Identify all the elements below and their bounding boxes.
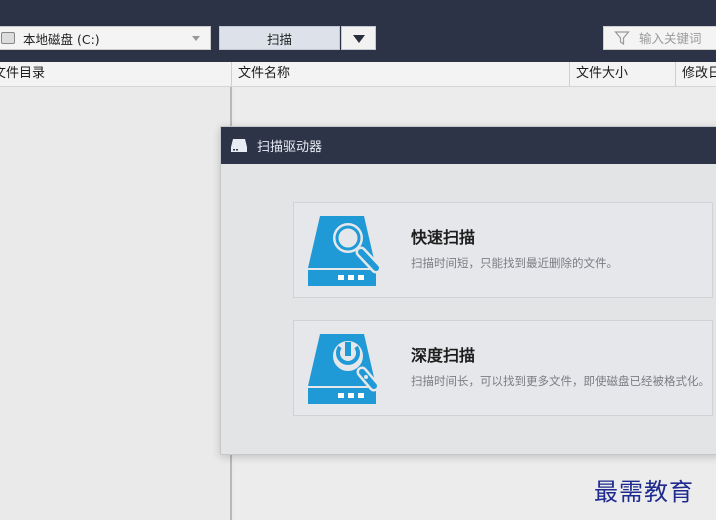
deep-scan-icon [308, 334, 380, 404]
directory-header: 文件目录 [0, 62, 232, 87]
quick-scan-title: 快速扫描 [411, 228, 476, 247]
scan-dropdown-button[interactable] [341, 26, 376, 50]
deep-scan-option[interactable]: 深度扫描 扫描时间长，可以找到更多文件，即使磁盘已经被格式化。 [293, 320, 713, 416]
column-header-size[interactable]: 文件大小 [570, 62, 676, 87]
search-box[interactable] [603, 26, 716, 50]
dialog-title: 扫描驱动器 [257, 140, 323, 155]
watermark: 最需教育 [594, 478, 694, 506]
triangle-down-icon [353, 35, 365, 43]
column-header-name[interactable]: 文件名称 [232, 62, 570, 87]
deep-scan-title: 深度扫描 [411, 346, 476, 365]
deep-scan-description: 扫描时间长，可以找到更多文件，即使磁盘已经被格式化。 [411, 374, 710, 388]
column-header-modified[interactable]: 修改日 [676, 62, 716, 87]
directory-tree[interactable] [0, 87, 232, 520]
filter-icon [614, 31, 630, 46]
dialog-title-bar: 扫描驱动器 [221, 127, 716, 164]
search-input[interactable] [639, 30, 711, 46]
quick-scan-icon [308, 216, 382, 286]
scan-button[interactable]: 扫描 [219, 26, 340, 50]
hard-drive-icon [231, 139, 247, 152]
quick-scan-option[interactable]: 快速扫描 扫描时间短，只能找到最近删除的文件。 [293, 202, 713, 298]
drive-select[interactable]: 本地磁盘 (C:) [0, 26, 211, 50]
drive-icon [1, 32, 15, 44]
scan-drive-dialog: 扫描驱动器 快速扫描 扫描时间短，只能找到最近删除的文件。 深度扫描 扫描时间长… [220, 126, 716, 455]
chevron-down-icon [192, 36, 200, 41]
quick-scan-description: 扫描时间短，只能找到最近删除的文件。 [411, 256, 618, 270]
drive-select-value: 本地磁盘 (C:) [23, 31, 100, 47]
